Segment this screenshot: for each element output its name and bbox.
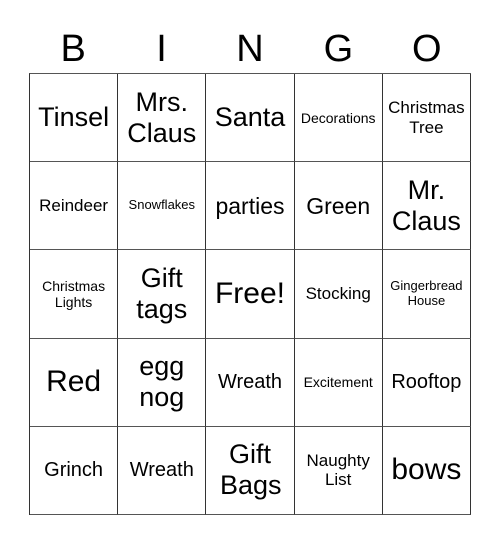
- cell-text: Tinsel: [38, 102, 110, 133]
- bingo-cell[interactable]: Gift tags: [118, 250, 207, 339]
- bingo-cell[interactable]: Mr. Claus: [382, 162, 471, 251]
- bingo-cell[interactable]: Grinch: [30, 426, 119, 515]
- cell-text: Grinch: [44, 458, 104, 481]
- header-letter-i: I: [156, 28, 167, 70]
- bingo-cell[interactable]: Christmas Lights: [30, 250, 119, 339]
- cell-text: Red: [46, 364, 102, 398]
- header-letter-n: N: [236, 28, 264, 70]
- bingo-cell[interactable]: Red: [30, 338, 119, 427]
- bingo-cell[interactable]: Excitement: [294, 338, 383, 427]
- bingo-cell[interactable]: Stocking: [294, 250, 383, 339]
- bingo-cell[interactable]: Decorations: [294, 74, 383, 163]
- cell-text: Santa: [214, 102, 286, 133]
- cell-text: Gingerbread House: [390, 278, 463, 308]
- cell-text: Excitement: [303, 374, 373, 391]
- bingo-cell[interactable]: Snowflakes: [118, 162, 207, 251]
- cell-text: Gift Bags: [219, 439, 282, 501]
- cell-text: parties: [215, 192, 285, 219]
- cell-text: Naughty List: [306, 450, 370, 490]
- bingo-cell[interactable]: Christmas Tree: [382, 74, 471, 163]
- cell-text: Snowflakes: [128, 197, 196, 213]
- header-letter-b: B: [60, 28, 86, 70]
- free-space-text: Free!: [214, 276, 285, 310]
- cell-text: Green: [306, 192, 371, 219]
- cell-text: Reindeer: [39, 196, 109, 216]
- cell-text: Rooftop: [391, 370, 462, 393]
- header-letter-g: G: [323, 28, 354, 70]
- bingo-grid: Tinsel Mrs. Claus Santa Decorations Chri…: [29, 73, 471, 515]
- bingo-cell[interactable]: Tinsel: [30, 74, 119, 163]
- cell-text: Gift tags: [136, 262, 188, 324]
- bingo-cell[interactable]: Naughty List: [294, 426, 383, 515]
- cell-text: Wreath: [129, 458, 194, 481]
- cell-text: bows: [391, 453, 462, 487]
- bingo-header: B I N G O: [29, 26, 471, 72]
- bingo-cell[interactable]: Wreath: [118, 426, 207, 515]
- cell-text: Christmas Lights: [42, 277, 106, 310]
- cell-text: Mrs. Claus: [127, 86, 197, 148]
- free-space-cell[interactable]: Free!: [206, 250, 295, 339]
- bingo-cell[interactable]: parties: [206, 162, 295, 251]
- bingo-cell[interactable]: Gingerbread House: [382, 250, 471, 339]
- cell-text: Wreath: [217, 370, 283, 393]
- cell-text: egg nog: [139, 351, 185, 413]
- bingo-cell[interactable]: Mrs. Claus: [118, 74, 207, 163]
- bingo-cell[interactable]: Gift Bags: [206, 426, 295, 515]
- cell-text: Mr. Claus: [391, 174, 461, 236]
- bingo-cell[interactable]: Reindeer: [30, 162, 119, 251]
- cell-text: Christmas Tree: [388, 98, 465, 137]
- cell-text: Decorations: [300, 109, 376, 126]
- bingo-cell[interactable]: Green: [294, 162, 383, 251]
- bingo-cell[interactable]: Rooftop: [382, 338, 471, 427]
- bingo-cell[interactable]: Santa: [206, 74, 295, 163]
- bingo-cell[interactable]: egg nog: [118, 338, 207, 427]
- bingo-cell[interactable]: Wreath: [206, 338, 295, 427]
- cell-text: Stocking: [305, 284, 371, 304]
- header-letter-o: O: [411, 28, 442, 70]
- bingo-cell[interactable]: bows: [382, 426, 471, 515]
